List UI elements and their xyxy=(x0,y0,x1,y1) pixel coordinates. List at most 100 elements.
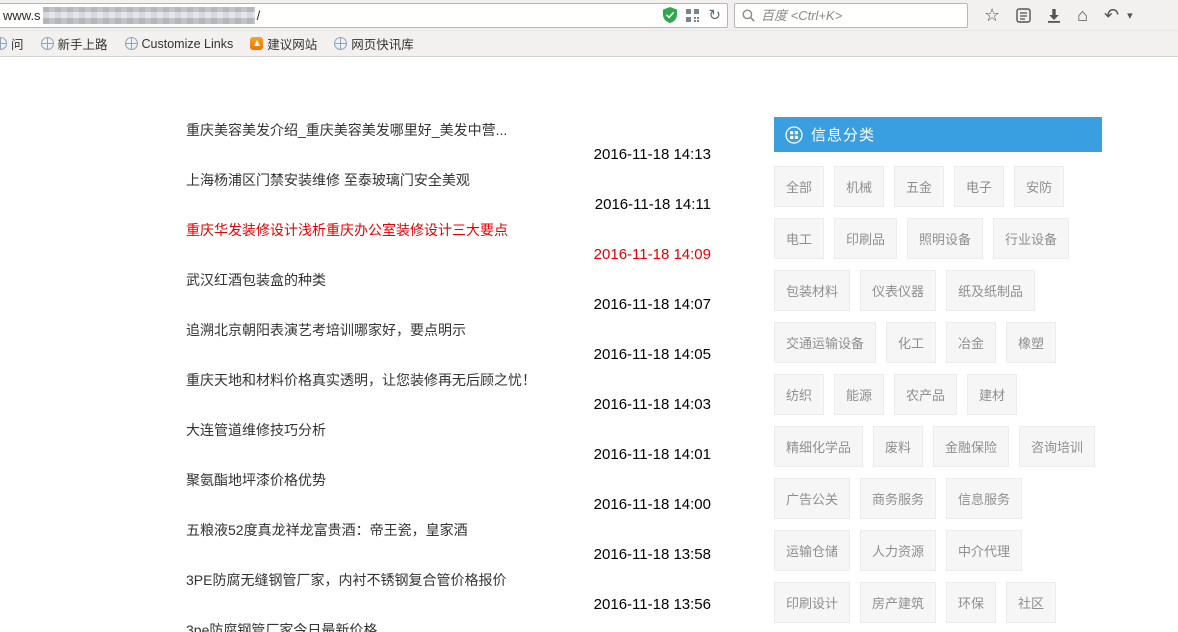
category-button[interactable]: 行业设备 xyxy=(993,218,1069,259)
article-row: 五粮液52度真龙祥龙富贵酒：帝王瓷，皇家酒 2016-11-18 13:58 xyxy=(186,514,711,564)
category-button[interactable]: 照明设备 xyxy=(907,218,983,259)
bookmark-label: 网页快讯库 xyxy=(351,34,414,53)
category-button[interactable]: 社区 xyxy=(1006,582,1056,623)
article-row: 3pe防腐钢管厂家今日最新价格 xyxy=(186,614,711,632)
category-button[interactable]: 交通运输设备 xyxy=(774,322,876,363)
globe-icon xyxy=(125,37,138,50)
downloads-icon[interactable] xyxy=(1047,8,1061,23)
bookmark-label: 建议网站 xyxy=(267,34,317,53)
category-button[interactable]: 商务服务 xyxy=(860,478,936,519)
category-button[interactable]: 金融保险 xyxy=(933,426,1009,467)
category-button[interactable]: 电子 xyxy=(954,166,1004,207)
article-date: 2016-11-18 14:01 xyxy=(594,446,711,463)
article-date: 2016-11-18 14:11 xyxy=(595,196,711,213)
category-sidebar: 信息分类 全部机械五金电子安防电工印刷品照明设备行业设备包装材料仪表仪器纸及纸制… xyxy=(774,117,1102,632)
category-button[interactable]: 电工 xyxy=(774,218,824,259)
article-row: 大连管道维修技巧分析 2016-11-18 14:01 xyxy=(186,414,711,464)
category-button[interactable]: 印刷设计 xyxy=(774,582,850,623)
category-button[interactable]: 冶金 xyxy=(946,322,996,363)
undo-arrow-icon[interactable]: ↶ xyxy=(1104,6,1119,24)
category-button[interactable]: 广告公关 xyxy=(774,478,850,519)
category-button[interactable]: 中介代理 xyxy=(946,530,1022,571)
category-button[interactable]: 化工 xyxy=(886,322,936,363)
article-title-link[interactable]: 聚氨酯地坪漆价格优势 xyxy=(186,470,326,490)
search-input[interactable] xyxy=(761,8,960,23)
bookmark-star-icon[interactable]: ☆ xyxy=(984,6,1000,24)
category-button[interactable]: 信息服务 xyxy=(946,478,1022,519)
article-date: 2016-11-18 14:07 xyxy=(594,296,711,313)
article-date: 2016-11-18 14:05 xyxy=(594,346,711,363)
article-row: 聚氨酯地坪漆价格优势 2016-11-18 14:00 xyxy=(186,464,711,514)
article-row: 武汉红酒包装盒的种类 2016-11-18 14:07 xyxy=(186,264,711,314)
bookmark-item[interactable]: 网页快讯库 xyxy=(334,34,414,53)
article-title-link[interactable]: 上海杨浦区门禁安装维修 至泰玻璃门安全美观 xyxy=(186,170,470,190)
category-button[interactable]: 机械 xyxy=(834,166,884,207)
article-title-link[interactable]: 重庆天地和材料价格真实透明，让您装修再无后顾之忧！ xyxy=(186,370,536,390)
article-title-link[interactable]: 3PE防腐无缝钢管厂家，内衬不锈钢复合管价格报价 xyxy=(186,570,506,590)
category-button[interactable]: 农产品 xyxy=(894,374,957,415)
bookmark-label: Customize Links xyxy=(142,37,234,51)
security-shield-icon[interactable] xyxy=(663,7,677,23)
category-button[interactable]: 人力资源 xyxy=(860,530,936,571)
bookmarks-bar-items: 问 新手上路 Customize Links 建议网站 网页快讯库 xyxy=(0,30,1178,56)
sidebar-title: 信息分类 xyxy=(811,124,875,145)
address-bar[interactable]: www.s / ↻ xyxy=(0,3,728,28)
category-button[interactable]: 咨询培训 xyxy=(1019,426,1095,467)
category-button[interactable]: 废料 xyxy=(873,426,923,467)
article-title-link[interactable]: 大连管道维修技巧分析 xyxy=(186,420,326,440)
search-box[interactable] xyxy=(734,3,968,28)
chevron-down-icon[interactable]: ▾ xyxy=(1127,9,1133,22)
search-icon xyxy=(742,9,755,22)
category-button[interactable]: 橡塑 xyxy=(1006,322,1056,363)
article-date: 2016-11-18 13:58 xyxy=(594,546,711,563)
category-button[interactable]: 房产建筑 xyxy=(860,582,936,623)
article-date: 2016-11-18 13:56 xyxy=(594,596,711,613)
category-button[interactable]: 仪表仪器 xyxy=(860,270,936,311)
bookmark-item[interactable]: Customize Links xyxy=(125,37,234,51)
sidebar-header: 信息分类 xyxy=(774,117,1102,152)
category-button[interactable]: 纺织 xyxy=(774,374,824,415)
category-button[interactable]: 能源 xyxy=(834,374,884,415)
bookmark-label: 问 xyxy=(11,34,24,53)
bookmark-item[interactable]: 建议网站 xyxy=(250,34,317,53)
article-title-link[interactable]: 追溯北京朝阳表演艺考培训哪家好，要点明示 xyxy=(186,320,466,340)
globe-icon xyxy=(41,37,54,50)
article-title-link[interactable]: 五粮液52度真龙祥龙富贵酒：帝王瓷，皇家酒 xyxy=(186,520,468,540)
article-date: 2016-11-18 14:09 xyxy=(594,246,711,263)
bookmark-item[interactable]: 新手上路 xyxy=(41,34,108,53)
article-title-link[interactable]: 3pe防腐钢管厂家今日最新价格 xyxy=(186,620,377,632)
article-row: 重庆华发装修设计浅析重庆办公室装修设计三大要点 2016-11-18 14:09 xyxy=(186,214,711,264)
article-date: 2016-11-18 14:13 xyxy=(594,146,711,163)
grid-circle-icon xyxy=(785,126,803,144)
category-button[interactable]: 包装材料 xyxy=(774,270,850,311)
url-blurred-region xyxy=(43,7,255,24)
article-title-link[interactable]: 武汉红酒包装盒的种类 xyxy=(186,270,326,290)
refresh-icon[interactable]: ↻ xyxy=(708,8,721,23)
article-date: 2016-11-18 14:00 xyxy=(594,496,711,513)
category-button[interactable]: 全部 xyxy=(774,166,824,207)
bookmark-item[interactable]: 问 xyxy=(0,34,24,53)
category-button[interactable]: 五金 xyxy=(894,166,944,207)
article-title-link[interactable]: 重庆美容美发介绍_重庆美容美发哪里好_美发中营... xyxy=(186,120,507,140)
article-row: 上海杨浦区门禁安装维修 至泰玻璃门安全美观 2016-11-18 14:11 xyxy=(186,164,711,214)
article-row: 重庆美容美发介绍_重庆美容美发哪里好_美发中营... 2016-11-18 14:… xyxy=(186,114,711,164)
category-button[interactable]: 安防 xyxy=(1014,166,1064,207)
globe-icon xyxy=(0,37,7,50)
article-row: 重庆天地和材料价格真实透明，让您装修再无后顾之忧！2016-11-18 14:0… xyxy=(186,364,711,414)
home-icon[interactable]: ⌂ xyxy=(1077,6,1088,24)
category-button[interactable]: 环保 xyxy=(946,582,996,623)
category-button[interactable]: 印刷品 xyxy=(834,218,897,259)
bookmark-label: 新手上路 xyxy=(58,34,108,53)
category-button[interactable]: 纸及纸制品 xyxy=(946,270,1035,311)
category-button[interactable]: 建材 xyxy=(967,374,1017,415)
article-title-link[interactable]: 重庆华发装修设计浅析重庆办公室装修设计三大要点 xyxy=(186,220,508,240)
category-button[interactable]: 精细化学品 xyxy=(774,426,863,467)
qr-code-icon[interactable] xyxy=(686,9,699,22)
url-text-suffix: / xyxy=(257,8,261,23)
address-row: www.s / ↻ ☆ xyxy=(0,0,1178,30)
suggest-icon xyxy=(250,37,263,50)
reading-list-icon[interactable] xyxy=(1016,8,1031,23)
category-button[interactable]: 运输仓储 xyxy=(774,530,850,571)
category-list: 全部机械五金电子安防电工印刷品照明设备行业设备包装材料仪表仪器纸及纸制品交通运输… xyxy=(774,152,1102,632)
globe-icon xyxy=(334,37,347,50)
